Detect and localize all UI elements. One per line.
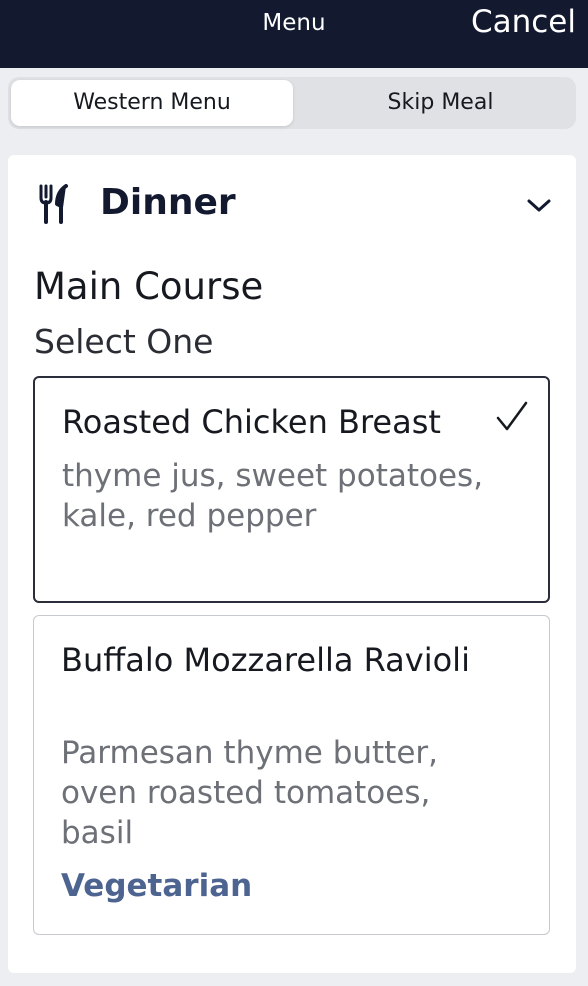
- tab-western-menu[interactable]: Western Menu: [11, 80, 293, 126]
- vegetarian-tag: Vegetarian: [61, 868, 253, 904]
- top-navigation-bar: Menu Cancel: [0, 0, 588, 68]
- meal-title: Dinner: [100, 182, 236, 223]
- course-title: Main Course: [34, 265, 264, 308]
- cancel-button[interactable]: Cancel: [471, 3, 576, 41]
- chevron-down-icon[interactable]: [525, 193, 553, 217]
- course-instruction: Select One: [34, 322, 214, 361]
- tab-skip-meal[interactable]: Skip Meal: [298, 80, 583, 126]
- checkmark-icon: [496, 401, 528, 431]
- option-name: Buffalo Mozzarella Ravioli: [61, 641, 470, 679]
- meal-header[interactable]: Dinner: [8, 177, 576, 233]
- menu-type-segmented-control: Western Menu Skip Meal: [8, 77, 576, 129]
- meal-option-buffalo-ravioli[interactable]: Buffalo Mozzarella Ravioli Parmesan thym…: [33, 615, 550, 935]
- option-description: Parmesan thyme butter, oven roasted toma…: [61, 735, 438, 851]
- option-description: thyme jus, sweet potatoes, kale, red pep…: [62, 458, 484, 534]
- meal-option-roasted-chicken[interactable]: Roasted Chicken Breast thyme jus, sweet …: [33, 376, 550, 603]
- option-name: Roasted Chicken Breast: [62, 403, 441, 441]
- fork-knife-icon: [39, 184, 68, 224]
- meal-card: Dinner Main Course Select One Roasted Ch…: [8, 155, 576, 973]
